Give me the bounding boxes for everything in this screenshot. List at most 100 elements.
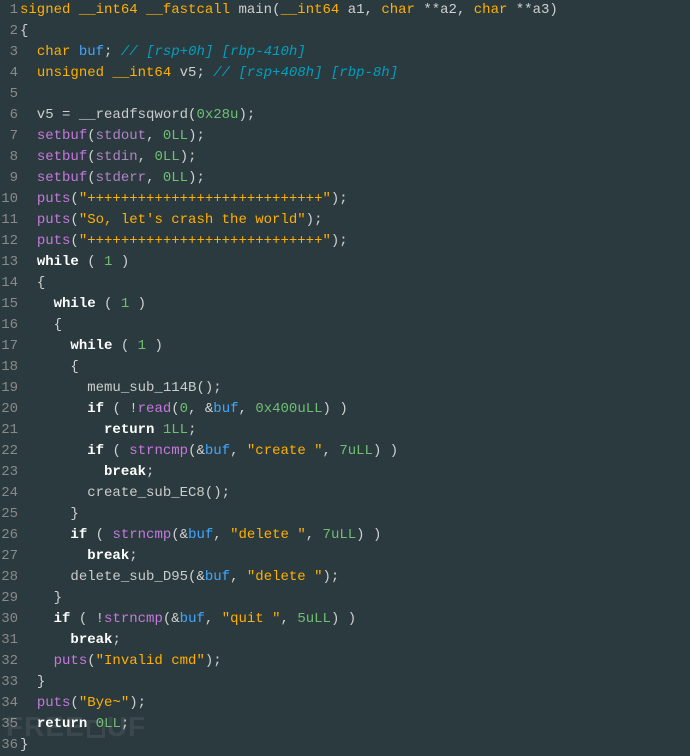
token: ()	[196, 380, 213, 396]
code-line: break;	[20, 546, 690, 567]
token	[20, 128, 37, 144]
token: stdin	[96, 149, 138, 165]
line-number: 15	[0, 294, 18, 315]
code-line: char buf; // [rsp+0h] [rbp-410h]	[20, 42, 690, 63]
code-line: signed __int64 __fastcall main(__int64 a…	[20, 0, 690, 21]
token: (	[87, 170, 95, 186]
code-line: create_sub_EC8();	[20, 483, 690, 504]
token: // [rsp+0h] [rbp-410h]	[121, 44, 306, 60]
token: ;	[188, 149, 196, 165]
token: ;	[121, 716, 129, 732]
token: ,	[239, 401, 247, 417]
token: strncmp	[112, 527, 171, 543]
token: (	[121, 338, 129, 354]
token	[238, 569, 246, 585]
token: }	[37, 674, 45, 690]
line-number: 18	[0, 357, 18, 378]
token: {	[37, 275, 45, 291]
token	[365, 527, 373, 543]
token: return	[37, 716, 87, 732]
token: ;	[222, 485, 230, 501]
line-number: 10	[0, 189, 18, 210]
token: )	[138, 296, 146, 312]
token: __readfsqword	[79, 107, 188, 123]
token: (	[87, 128, 95, 144]
token: (	[70, 212, 78, 228]
token: "Invalid cmd"	[96, 653, 205, 669]
code-line: break;	[20, 462, 690, 483]
token: )	[121, 254, 129, 270]
code-line: puts("++++++++++++++++++++++++++++");	[20, 231, 690, 252]
code-line: return 0LL;	[20, 714, 690, 735]
token: ;	[339, 191, 347, 207]
token: ;	[213, 653, 221, 669]
token: memu_sub_114B	[87, 380, 196, 396]
token	[20, 527, 70, 543]
line-number: 36	[0, 735, 18, 756]
token: )	[356, 527, 364, 543]
token: ;	[196, 65, 204, 81]
token: ,	[323, 443, 331, 459]
code-line: setbuf(stdin, 0LL);	[20, 147, 690, 168]
line-number: 20	[0, 399, 18, 420]
token: "++++++++++++++++++++++++++++"	[79, 233, 331, 249]
token: (	[112, 401, 120, 417]
token: )	[129, 695, 137, 711]
code-line: if ( strncmp(&buf, "delete ", 7uLL) )	[20, 525, 690, 546]
token	[20, 716, 37, 732]
code-line: setbuf(stderr, 0LL);	[20, 168, 690, 189]
token: 1	[121, 296, 129, 312]
token: (	[87, 254, 95, 270]
token: (	[70, 191, 78, 207]
token	[465, 2, 473, 18]
token: ;	[129, 548, 137, 564]
token: ;	[339, 233, 347, 249]
token: while	[70, 338, 112, 354]
token	[20, 569, 70, 585]
token: "++++++++++++++++++++++++++++"	[79, 191, 331, 207]
token	[20, 401, 87, 417]
token: if	[87, 443, 104, 459]
token	[20, 632, 70, 648]
token: puts	[37, 212, 71, 228]
code-line: }	[20, 672, 690, 693]
token: "delete "	[230, 527, 306, 543]
token: !	[96, 611, 104, 627]
token: return	[104, 422, 154, 438]
token: __int64	[280, 2, 339, 18]
token: (	[70, 695, 78, 711]
token: }	[54, 590, 62, 606]
token: )	[323, 401, 331, 417]
token: }	[20, 737, 28, 753]
token: ,	[138, 149, 146, 165]
token: (	[171, 401, 179, 417]
token: setbuf	[37, 128, 87, 144]
token	[20, 443, 87, 459]
token: if	[70, 527, 87, 543]
token	[339, 611, 347, 627]
token: )	[188, 128, 196, 144]
token	[20, 275, 37, 291]
code-line: if ( !strncmp(&buf, "quit ", 5uLL) )	[20, 609, 690, 630]
token	[121, 443, 129, 459]
token: if	[54, 611, 71, 627]
line-number: 4	[0, 63, 18, 84]
token: unsigned __int64	[37, 65, 171, 81]
token	[79, 254, 87, 270]
token: while	[37, 254, 79, 270]
token: ;	[197, 128, 205, 144]
token: ()	[205, 485, 222, 501]
token: 1	[138, 338, 146, 354]
token	[112, 254, 120, 270]
code-line: setbuf(stdout, 0LL);	[20, 126, 690, 147]
token	[138, 2, 146, 18]
token: **a3	[507, 2, 549, 18]
code-line: }	[20, 588, 690, 609]
code-line: {	[20, 273, 690, 294]
token: char	[381, 2, 415, 18]
code-line: {	[20, 357, 690, 378]
token	[239, 443, 247, 459]
code-line: break;	[20, 630, 690, 651]
token	[70, 44, 78, 60]
token: )	[549, 2, 557, 18]
